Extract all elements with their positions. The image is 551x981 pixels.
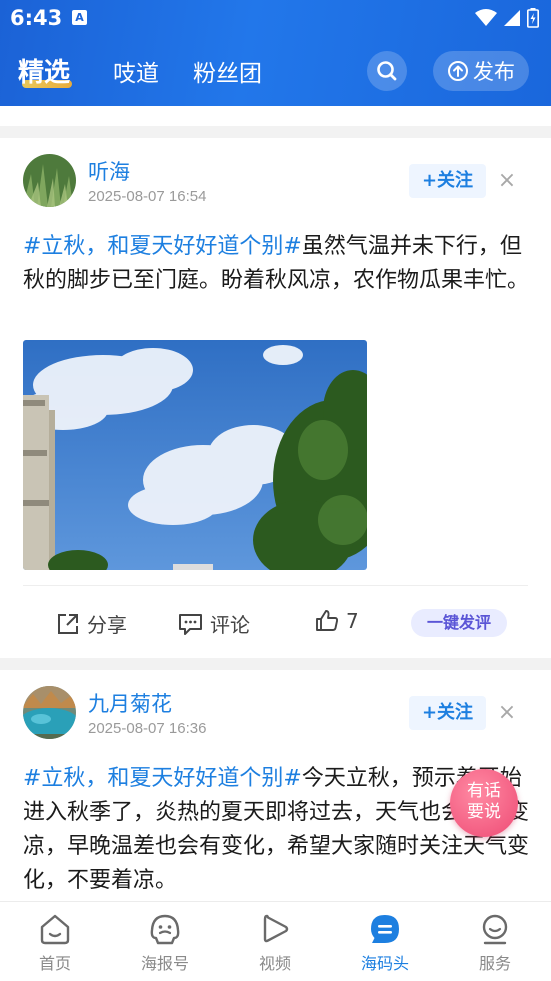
topic-tag[interactable]: #立秋，和夏天好好道个别# <box>23 766 302 791</box>
post-separator <box>0 126 551 138</box>
follow-button[interactable]: +关注 <box>409 164 486 198</box>
search-icon <box>377 61 397 81</box>
bottom-nav: 首页 海报号 视频 海码头 服务 <box>0 901 551 981</box>
search-button[interactable] <box>367 51 407 91</box>
like-count: 7 <box>346 609 359 633</box>
battery-icon <box>527 8 539 28</box>
upload-icon <box>448 61 468 81</box>
post-card[interactable]: 听海 2025-08-07 16:54 +关注 × #立秋，和夏天好好道个别#虽… <box>0 138 551 658</box>
comment-button[interactable]: 评论 <box>178 609 250 638</box>
avatar[interactable] <box>23 154 76 207</box>
speak-up-float-button[interactable]: 有话 要说 <box>450 769 518 837</box>
service-icon <box>482 914 508 945</box>
home-icon <box>40 914 70 945</box>
video-play-icon <box>263 914 289 943</box>
share-button[interactable]: 分享 <box>56 609 127 638</box>
post-time: 2025-08-07 16:54 <box>88 188 207 205</box>
publish-button[interactable]: 发布 <box>433 51 529 91</box>
post-text[interactable]: #立秋，和夏天好好道个别#虽然气温并未下行，但秋的脚步已至门庭。盼着秋风凉，农作… <box>23 230 533 298</box>
bottom-nav-label: 视频 <box>258 954 291 973</box>
bottom-nav-pier[interactable]: 海码头 <box>345 912 425 974</box>
follow-button[interactable]: +关注 <box>409 696 486 730</box>
post-image[interactable] <box>23 340 367 570</box>
comment-label: 评论 <box>210 613 250 637</box>
status-bar: 6:43 A <box>0 0 551 38</box>
signal-icon <box>504 10 520 26</box>
tab-zhidao[interactable]: 吱道 <box>113 54 159 88</box>
system-icons <box>475 8 539 28</box>
bottom-nav-home[interactable]: 首页 <box>15 912 95 974</box>
close-icon[interactable]: × <box>496 702 518 724</box>
username[interactable]: 听海 <box>88 156 130 186</box>
quick-comment-button[interactable]: 一键发评 <box>411 609 507 637</box>
float-button-line2: 要说 <box>467 802 501 822</box>
like-button[interactable]: 7 <box>315 609 359 633</box>
poster-icon <box>150 914 180 945</box>
bottom-nav-label: 首页 <box>38 954 71 973</box>
publish-label: 发布 <box>473 60 515 84</box>
float-button-line1: 有话 <box>467 781 501 801</box>
bottom-nav-label: 服务 <box>478 954 511 973</box>
username[interactable]: 九月菊花 <box>88 688 172 718</box>
header: 6:43 A 精选 吱道 粉丝团 发布 <box>0 0 551 106</box>
bottom-nav-label: 海报号 <box>140 954 189 973</box>
chat-bubble-icon <box>371 915 399 943</box>
bottom-nav-label: 海码头 <box>360 954 409 973</box>
bottom-nav-service[interactable]: 服务 <box>455 912 535 974</box>
topic-tag[interactable]: #立秋，和夏天好好道个别# <box>23 234 302 259</box>
share-label: 分享 <box>87 613 127 637</box>
top-nav: 精选 吱道 粉丝团 发布 <box>0 48 551 98</box>
divider <box>23 585 528 586</box>
post-separator <box>0 658 551 670</box>
avatar[interactable] <box>23 686 76 739</box>
share-icon <box>58 613 78 634</box>
bottom-nav-poster[interactable]: 海报号 <box>125 912 205 974</box>
previous-post-edge <box>0 106 551 126</box>
close-icon[interactable]: × <box>496 170 518 192</box>
notification-icon: A <box>72 10 87 25</box>
tab-featured[interactable]: 精选 <box>18 52 70 89</box>
status-time: 6:43 <box>10 6 63 30</box>
thumbs-up-icon <box>316 610 339 631</box>
tab-fan-club[interactable]: 粉丝团 <box>193 54 262 88</box>
app-screen: 6:43 A 精选 吱道 粉丝团 发布 听海 2025-08-07 16:54 … <box>0 0 551 981</box>
post-time: 2025-08-07 16:36 <box>88 720 207 737</box>
wifi-icon <box>475 9 497 26</box>
comment-icon <box>179 613 202 635</box>
bottom-nav-video[interactable]: 视频 <box>235 912 315 974</box>
